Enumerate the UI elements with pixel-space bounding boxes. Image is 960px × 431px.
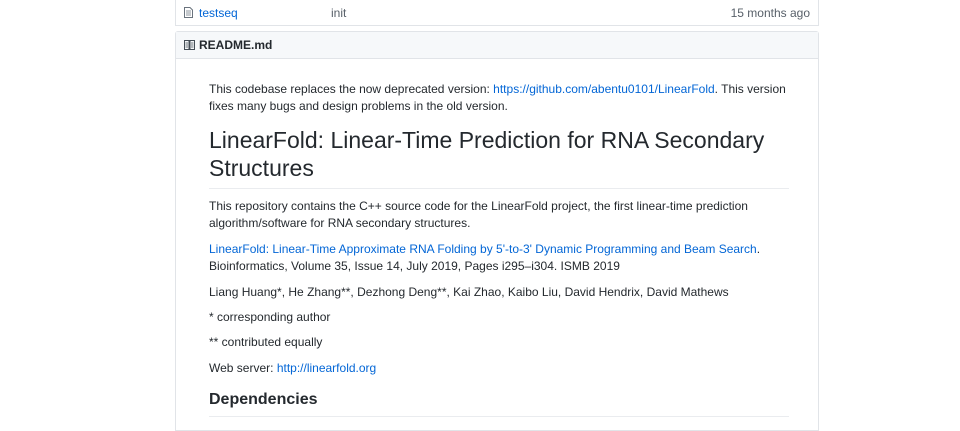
dependencies-heading: Dependencies [209,388,789,417]
web-server-label: Web server: [209,361,277,375]
intro-paragraph: This codebase replaces the now deprecate… [209,81,789,115]
corresponding-author-note: * corresponding author [209,310,331,324]
file-icon [184,7,193,18]
equal-contribution-note: ** contributed equally [209,335,323,349]
description-paragraph: This repository contains the C++ source … [209,199,748,230]
file-list-row[interactable]: testseq init 15 months ago [175,0,819,26]
commit-message-link[interactable]: init [331,6,731,20]
file-name-link[interactable]: testseq [199,6,331,20]
intro-text: This codebase replaces the now deprecate… [209,82,494,96]
page-title: LinearFold: Linear-Time Prediction for R… [209,126,789,189]
web-server-paragraph: Web server: http://linearfold.org [209,360,789,377]
authors-paragraph: Liang Huang*, He Zhang**, Dezhong Deng**… [209,285,729,299]
paper-link[interactable]: LinearFold: Linear-Time Approximate RNA … [209,242,757,256]
commit-age: 15 months ago [730,5,810,20]
web-server-link[interactable]: http://linearfold.org [277,361,376,375]
deprecated-repo-link[interactable]: https://github.com/abentu0101/LinearFold [493,82,714,96]
paper-paragraph: LinearFold: Linear-Time Approximate RNA … [209,241,789,275]
readme-panel: README.md This codebase replaces the now… [175,31,819,431]
readme-filename: README.md [199,38,273,52]
book-icon [184,40,195,50]
readme-header: README.md [176,32,818,59]
